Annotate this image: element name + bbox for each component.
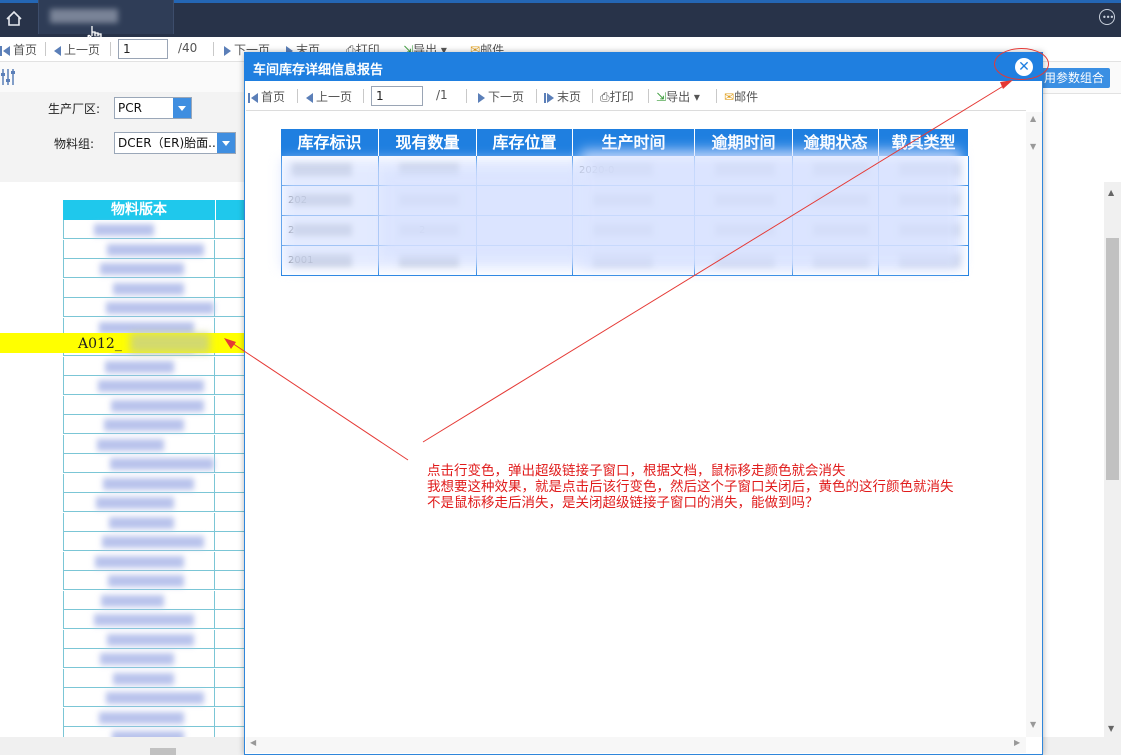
annotation-line-1: 点击行变色，弹出超级链接子窗口，根据文档，鼠标移走颜色就会消失 [427,463,846,479]
annotation-line-2: 我想要这种效果，就是点击后该行变色，然后这个子窗口关闭后，黄色的这行颜色就消失 [427,479,954,495]
annotation-arrows [224,80,1013,461]
annotation-text: 点击行变色，弹出超级链接子窗口，根据文档，鼠标移走颜色就会消失 我想要这种效果，… [427,463,954,511]
annotation-line-3: 不是鼠标移走后消失，是关闭超级链接子窗口的消失，能做到吗？ [427,495,819,511]
